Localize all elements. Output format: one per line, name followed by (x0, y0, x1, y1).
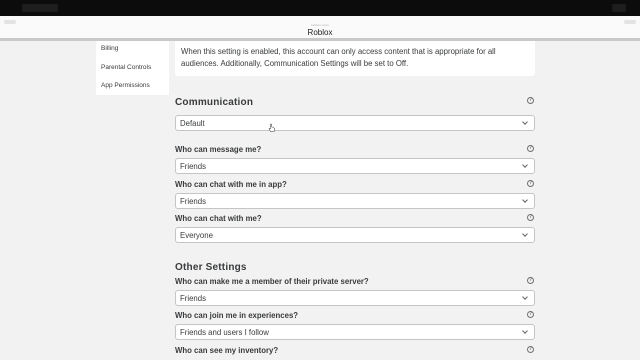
window-corner-right (624, 20, 636, 24)
chevron-down-icon (522, 231, 528, 237)
join-label: Who can join me in experiences? (175, 311, 299, 320)
question-circle-icon[interactable]: ? (527, 311, 534, 318)
select-value: Default (180, 119, 205, 128)
question-circle-icon[interactable]: ? (527, 277, 534, 284)
sidebar-item-app-permissions[interactable]: App Permissions (101, 82, 150, 89)
blurred-top-control (612, 4, 626, 12)
communication-preset-select[interactable]: Default (175, 115, 535, 131)
content-maturity-info-box: When this setting is enabled, this accou… (175, 41, 535, 76)
sidebar-item-billing[interactable]: Billing (101, 45, 118, 52)
question-circle-icon[interactable]: ? (527, 214, 534, 221)
top-dark-bar (0, 0, 640, 16)
select-value: Friends (180, 197, 206, 206)
chat-app-select[interactable]: Friends (175, 193, 535, 209)
chat-select[interactable]: Everyone (175, 227, 535, 243)
chevron-down-icon (522, 119, 528, 125)
question-circle-icon[interactable]: ? (527, 145, 534, 152)
mouse-pointer-icon (268, 123, 276, 132)
blurred-logo (22, 4, 58, 12)
select-value: Friends (180, 162, 206, 171)
question-circle-icon[interactable]: ? (527, 180, 534, 187)
select-value: Friends and users I follow (180, 328, 269, 337)
chevron-down-icon (522, 197, 528, 203)
chevron-down-icon (522, 328, 528, 334)
private-server-label: Who can make me a member of their privat… (175, 277, 369, 286)
url-fragment: roblox.com (311, 23, 329, 27)
chevron-down-icon (522, 294, 528, 300)
chat-label: Who can chat with me? (175, 214, 262, 223)
chat-app-label: Who can chat with me in app? (175, 180, 287, 189)
sidebar-item-parental-controls[interactable]: Parental Controls (101, 64, 151, 71)
join-select[interactable]: Friends and users I follow (175, 324, 535, 340)
message-select[interactable]: Friends (175, 158, 535, 174)
select-value: Friends (180, 294, 206, 303)
info-text: When this setting is enabled, this accou… (181, 47, 496, 68)
select-value: Everyone (180, 231, 213, 240)
question-circle-icon[interactable]: ? (527, 97, 534, 104)
settings-sidebar: Billing Parental Controls App Permission… (96, 41, 169, 95)
chevron-down-icon (522, 162, 528, 168)
inventory-label: Who can see my inventory? (175, 346, 279, 355)
question-circle-icon[interactable]: ? (527, 346, 534, 353)
communication-section-title: Communication (175, 97, 254, 108)
browser-title-strip: roblox.com Roblox (0, 16, 640, 41)
message-label: Who can message me? (175, 145, 262, 154)
other-settings-section-title: Other Settings (175, 262, 247, 273)
tab-title: Roblox (307, 28, 333, 37)
private-server-select[interactable]: Friends (175, 290, 535, 306)
